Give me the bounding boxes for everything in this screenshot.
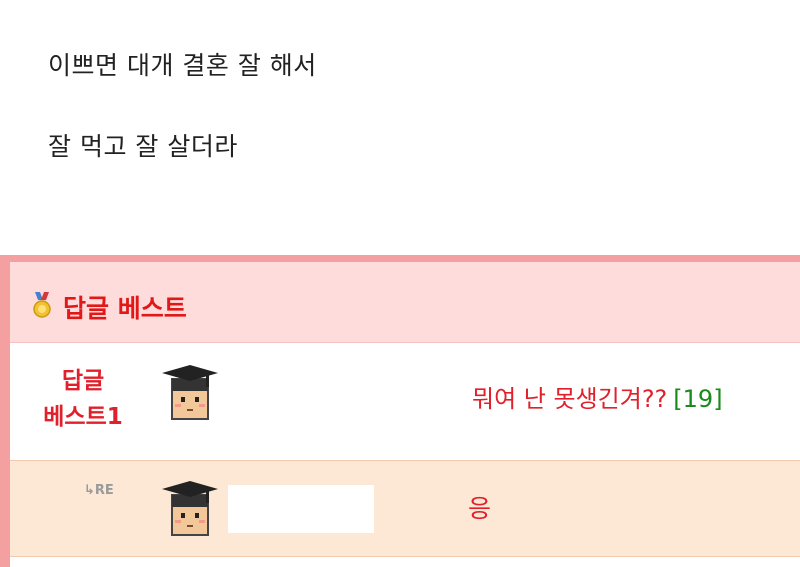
best-reply-title-link[interactable]: 뭐여 난 못생긴겨?? [19] [472,379,723,414]
best-replies-panel: 답글 베스트 답글 베스트1 뭐여 난 못생긴겨?? [19] ↳RE 응 [0,255,800,567]
author-name-redacted [228,485,374,533]
medal-icon [33,292,51,318]
graduate-avatar-icon [162,365,218,420]
rank-line-2: 베스트1 [43,404,123,430]
best-replies-title: 답글 베스트 [63,294,187,323]
comment-count: [19] [673,385,723,413]
rank-line-1: 답글 [61,368,105,394]
best-reply-row[interactable]: 답글 베스트1 뭐여 난 못생긴겨?? [19] [10,343,800,461]
best-replies-header: 답글 베스트 [10,262,800,343]
post-line-2: 잘 먹고 잘 살더라 [48,132,238,161]
re-reply-title-link[interactable]: 응 [468,489,491,525]
post-line-1: 이쁘면 대개 결혼 잘 해서 [48,51,317,80]
best-rank-label: 답글 베스트1 [28,363,138,435]
reply-arrow-icon: ↳RE [84,483,114,498]
graduate-avatar-icon [162,481,218,536]
re-reply-row[interactable]: ↳RE 응 [10,461,800,557]
best-reply-title-text[interactable]: 뭐여 난 못생긴겨?? [472,385,667,413]
